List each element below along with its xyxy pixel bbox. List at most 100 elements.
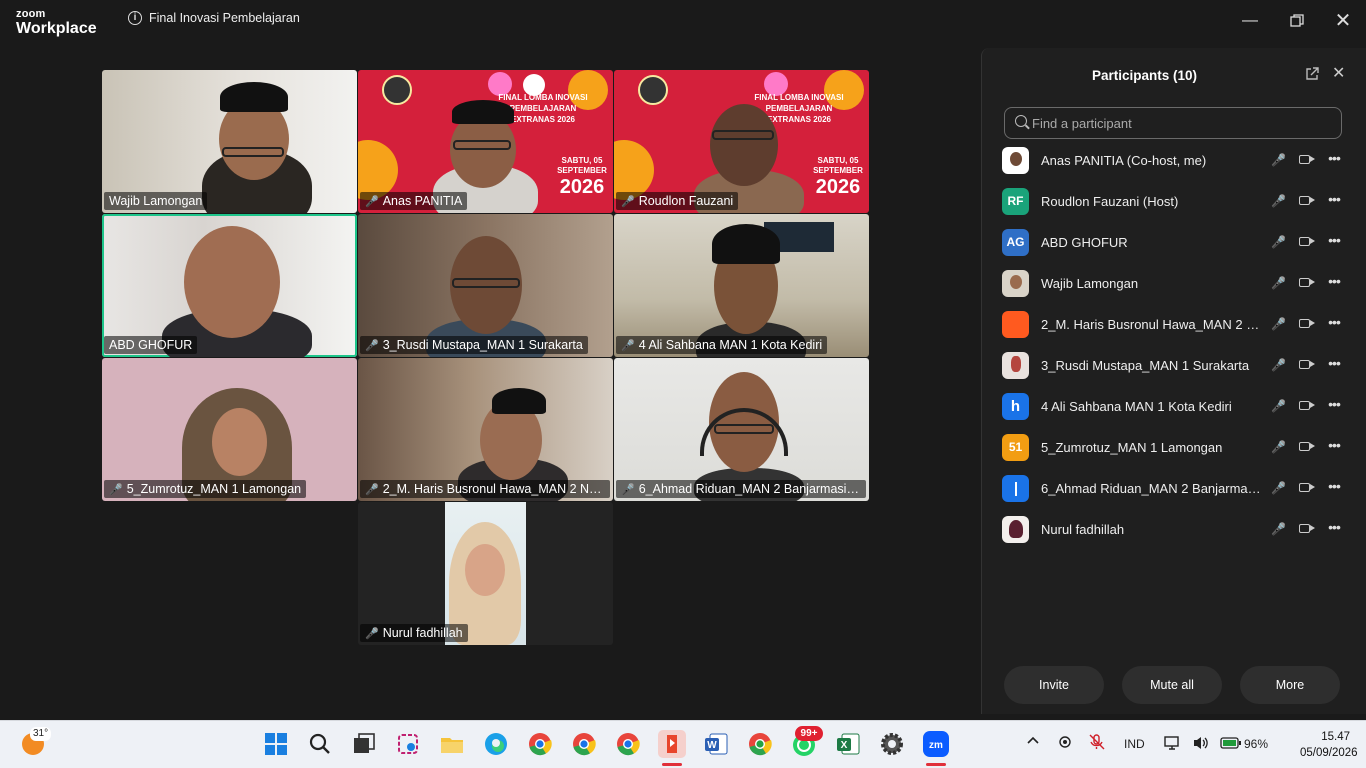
clock[interactable]: 15.47 05/09/2026 — [1300, 729, 1358, 761]
muted-mic-icon[interactable]: 🎤 — [1271, 521, 1286, 537]
network-icon[interactable] — [1164, 735, 1182, 754]
participant-name: 6_Ahmad Riduan_MAN 2 Banjarmasi... — [1041, 481, 1263, 496]
avatar — [1002, 270, 1029, 297]
video-icon[interactable] — [1299, 524, 1315, 533]
more-options-icon[interactable]: ••• — [1326, 476, 1342, 496]
word-icon[interactable]: W — [702, 730, 730, 758]
banner-line1: FINAL LOMBA INOVASI — [754, 93, 844, 102]
more-options-icon[interactable]: ••• — [1326, 517, 1342, 537]
video-icon[interactable] — [1299, 360, 1315, 369]
more-options-icon[interactable]: ••• — [1326, 435, 1342, 455]
task-view-icon[interactable] — [350, 730, 378, 758]
participant-row[interactable]: Nurul fadhillah 🎤 ••• — [982, 509, 1366, 550]
more-options-icon[interactable]: ••• — [1326, 230, 1342, 250]
volume-icon[interactable] — [1192, 735, 1210, 754]
tile-name-label: 🎤 4 Ali Sahbana MAN 1 Kota Kediri — [616, 336, 828, 354]
title-bar: zoom Workplace i Final Inovasi Pembelaja… — [0, 0, 1366, 44]
chrome-profile-icon[interactable] — [570, 730, 598, 758]
video-tile[interactable]: 🎤 5_Zumrotuz_MAN 1 Lamongan — [102, 358, 357, 501]
muted-mic-icon[interactable]: 🎤 — [1271, 398, 1286, 414]
video-icon[interactable] — [1299, 319, 1315, 328]
more-options-icon[interactable]: ••• — [1326, 148, 1342, 168]
video-icon[interactable] — [1299, 237, 1315, 246]
more-options-icon[interactable]: ••• — [1326, 189, 1342, 209]
muted-mic-icon[interactable]: 🎤 — [1271, 357, 1286, 373]
invite-button[interactable]: Invite — [1004, 666, 1104, 704]
video-icon[interactable] — [1299, 483, 1315, 492]
video-icon[interactable] — [1299, 278, 1315, 287]
battery-icon[interactable] — [1220, 736, 1242, 753]
mic-icon[interactable]: 🎤 — [1271, 275, 1286, 291]
search-icon[interactable] — [306, 730, 334, 758]
video-gallery: Wajib Lamongan FINAL LOMBA INOVASI PEMBE… — [102, 70, 870, 646]
avatar — [1002, 516, 1029, 543]
participant-row[interactable]: AG ABD GHOFUR 🎤 ••• — [982, 222, 1366, 263]
excel-icon[interactable]: X — [834, 730, 862, 758]
mic-muted-tray-icon[interactable] — [1088, 734, 1106, 753]
participant-row[interactable]: 2_M. Haris Busronul Hawa_MAN 2 N... 🎤 ••… — [982, 304, 1366, 345]
popout-icon[interactable] — [1305, 67, 1321, 83]
more-options-icon[interactable]: ••• — [1326, 353, 1342, 373]
participants-panel: Participants (10) ✕ Anas PANITIA (Co-hos… — [981, 48, 1366, 714]
mute-all-button[interactable]: Mute all — [1122, 666, 1222, 704]
participant-name: 3_Rusdi Mustapa_MAN 1 Surakarta — [1041, 358, 1250, 373]
participant-row[interactable]: 6_Ahmad Riduan_MAN 2 Banjarmasi... 🎤 ••• — [982, 468, 1366, 509]
participant-row[interactable]: RF Roudlon Fauzani (Host) 🎤 ••• — [982, 181, 1366, 222]
muted-mic-icon[interactable]: 🎤 — [1271, 152, 1286, 168]
video-tile[interactable]: 🎤 4 Ali Sahbana MAN 1 Kota Kediri — [614, 214, 869, 357]
video-tile[interactable]: FINAL LOMBA INOVASI PEMBELAJARAN EXTRANA… — [614, 70, 869, 213]
participant-list: Anas PANITIA (Co-host, me) 🎤 ••• RF Roud… — [982, 140, 1366, 550]
video-tile[interactable]: 🎤 Nurul fadhillah — [358, 502, 613, 645]
svg-text:X: X — [841, 740, 848, 751]
settings-icon[interactable] — [878, 730, 906, 758]
video-tile-active-speaker[interactable]: ABD GHOFUR — [102, 214, 357, 357]
video-icon[interactable] — [1299, 442, 1315, 451]
more-button[interactable]: More — [1240, 666, 1340, 704]
participant-row[interactable]: Anas PANITIA (Co-host, me) 🎤 ••• — [982, 140, 1366, 181]
participant-row[interactable]: 51 5_Zumrotuz_MAN 1 Lamongan 🎤 ••• — [982, 427, 1366, 468]
more-options-icon[interactable]: ••• — [1326, 271, 1342, 291]
file-explorer-icon[interactable] — [438, 730, 466, 758]
date: 05/09/2026 — [1300, 747, 1358, 759]
pdf-app-icon[interactable] — [658, 730, 686, 766]
chrome-icon[interactable] — [614, 730, 642, 758]
video-tile[interactable]: 🎤 2_M. Haris Busronul Hawa_MAN 2 Ng... — [358, 358, 613, 501]
close-window-icon[interactable]: ✕ — [1332, 10, 1354, 32]
search-input[interactable] — [1032, 113, 1332, 133]
sync-icon[interactable] — [1058, 735, 1072, 752]
edge-icon[interactable] — [482, 730, 510, 758]
more-options-icon[interactable]: ••• — [1326, 394, 1342, 414]
close-panel-icon[interactable]: ✕ — [1332, 66, 1348, 82]
zoom-app-icon[interactable]: zm — [922, 730, 950, 766]
start-icon[interactable] — [262, 730, 290, 758]
chevron-up-icon[interactable] — [1026, 734, 1040, 751]
participant-row[interactable]: Wajib Lamongan 🎤 ••• — [982, 263, 1366, 304]
muted-mic-icon[interactable]: 🎤 — [1271, 480, 1286, 496]
language-indicator[interactable]: IND — [1124, 737, 1145, 751]
video-tile[interactable]: FINAL LOMBA INOVASI PEMBELAJARAN EXTRANA… — [358, 70, 613, 213]
brand-top: zoom — [16, 8, 46, 20]
video-icon[interactable] — [1299, 401, 1315, 410]
muted-mic-icon[interactable]: 🎤 — [1271, 193, 1286, 209]
more-options-icon[interactable]: ••• — [1326, 312, 1342, 332]
video-tile[interactable]: 🎤 3_Rusdi Mustapa_MAN 1 Surakarta — [358, 214, 613, 357]
muted-mic-icon: 🎤 — [109, 484, 123, 496]
minimize-icon[interactable]: — — [1239, 10, 1261, 32]
participant-name: Nurul fadhillah — [1041, 522, 1125, 537]
video-icon[interactable] — [1299, 196, 1315, 205]
chrome-icon[interactable] — [526, 730, 554, 758]
participant-search[interactable] — [1004, 107, 1342, 139]
mic-icon[interactable]: 🎤 — [1271, 234, 1286, 250]
muted-mic-icon[interactable]: 🎤 — [1271, 439, 1286, 455]
chrome-whatsapp-icon[interactable] — [746, 730, 774, 758]
video-icon[interactable] — [1299, 155, 1315, 164]
muted-mic-icon[interactable]: 🎤 — [1271, 316, 1286, 332]
video-tile[interactable]: 🎤 6_Ahmad Riduan_MAN 2 Banjarmasin ... — [614, 358, 869, 501]
participant-row[interactable]: h 4 Ali Sahbana MAN 1 Kota Kediri 🎤 ••• — [982, 386, 1366, 427]
restore-icon[interactable] — [1286, 10, 1308, 32]
info-icon[interactable]: i — [128, 11, 142, 25]
snipping-tool-icon[interactable] — [394, 730, 422, 758]
participant-name: Wajib Lamongan — [1041, 276, 1139, 291]
video-tile[interactable]: Wajib Lamongan — [102, 70, 357, 213]
participant-row[interactable]: 3_Rusdi Mustapa_MAN 1 Surakarta 🎤 ••• — [982, 345, 1366, 386]
